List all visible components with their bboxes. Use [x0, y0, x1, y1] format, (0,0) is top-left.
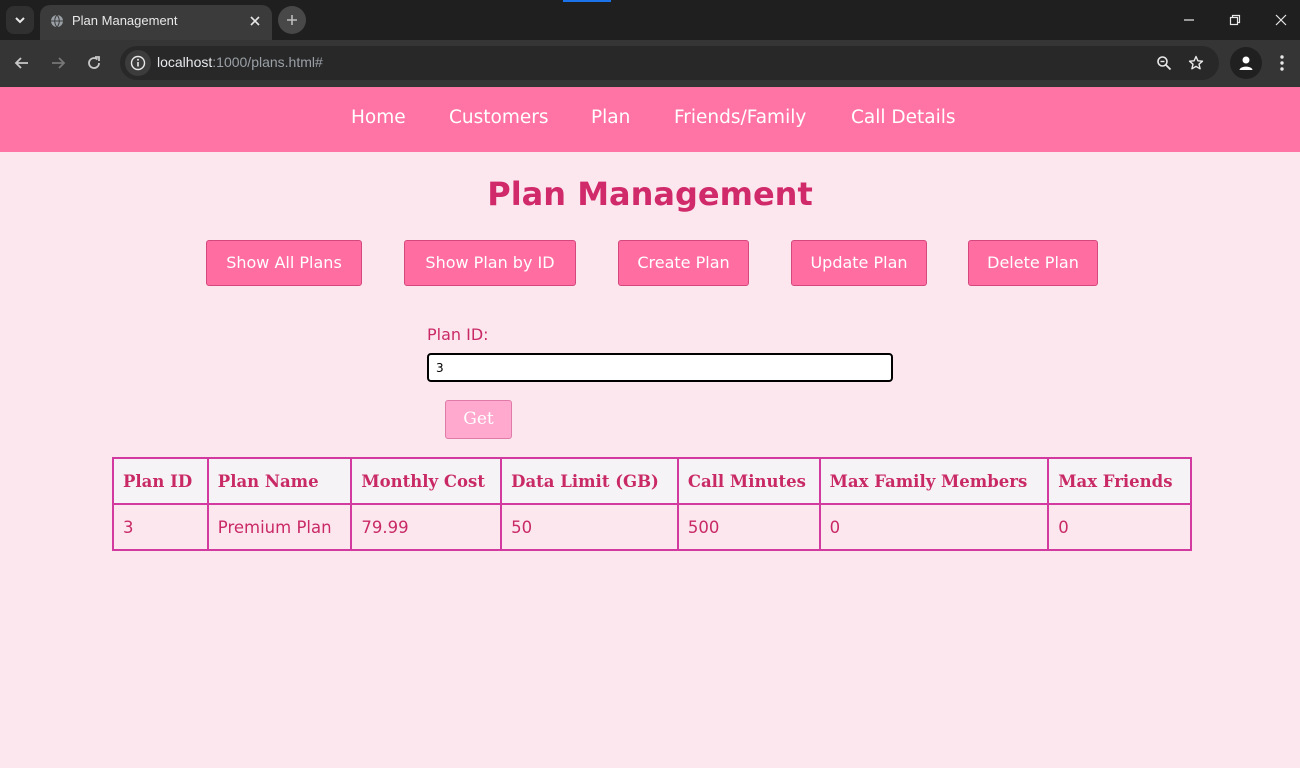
create-plan-button[interactable]: Create Plan: [618, 240, 749, 286]
column-header: Data Limit (GB): [500, 457, 679, 505]
column-header: Max Family Members: [818, 457, 1050, 505]
column-header: Call Minutes: [676, 457, 821, 505]
column-header: Plan ID: [112, 457, 209, 505]
tab-search-button[interactable]: [6, 6, 34, 34]
column-header: Plan Name: [206, 457, 353, 505]
table-cell: 3: [112, 503, 209, 551]
table-cell: 500: [676, 503, 821, 551]
info-icon: [130, 55, 146, 71]
star-icon: [1188, 55, 1204, 70]
browser-titlebar: Plan Management: [0, 0, 1300, 40]
reload-button[interactable]: [80, 49, 108, 77]
nav-link-call-details[interactable]: Call Details: [851, 107, 956, 128]
update-plan-button[interactable]: Update Plan: [791, 240, 927, 286]
minimize-button[interactable]: [1175, 6, 1203, 34]
zoom-icon: [1157, 56, 1172, 71]
page-content: Home Customers Plan Friends/Family Call …: [0, 87, 1300, 768]
browser-toolbar: localhost:1000/plans.html#: [0, 40, 1300, 87]
restore-button[interactable]: [1221, 6, 1249, 34]
column-header: Monthly Cost: [350, 457, 503, 505]
nav-link-home[interactable]: Home: [351, 107, 406, 128]
minimize-icon: [1184, 19, 1194, 21]
more-vertical-icon: [1280, 55, 1284, 71]
site-info-button[interactable]: [125, 50, 151, 76]
address-bar[interactable]: localhost:1000/plans.html#: [120, 46, 1219, 80]
show-all-plans-button[interactable]: Show All Plans: [206, 240, 362, 286]
table-row: 3 Premium Plan 79.99 50 500 0 0: [112, 503, 1192, 551]
tab-close-button[interactable]: [246, 12, 264, 30]
arrow-left-icon: [14, 57, 28, 69]
get-button[interactable]: Get: [445, 400, 512, 439]
table-cell: 79.99: [350, 503, 503, 551]
delete-plan-button[interactable]: Delete Plan: [968, 240, 1098, 286]
new-tab-button[interactable]: [278, 6, 306, 34]
table-cell: 50: [500, 503, 679, 551]
tab-title: Plan Management: [72, 13, 178, 28]
plan-id-input[interactable]: [427, 353, 893, 382]
reload-icon: [88, 56, 100, 69]
column-header: Max Friends: [1047, 457, 1192, 505]
browser-tab[interactable]: Plan Management: [40, 5, 272, 40]
table-cell: Premium Plan: [206, 503, 353, 551]
profile-button[interactable]: [1230, 47, 1262, 79]
bookmark-button[interactable]: [1185, 52, 1207, 74]
table-header-row: Plan ID Plan Name Monthly Cost Data Limi…: [112, 457, 1192, 505]
plans-table: Plan ID Plan Name Monthly Cost Data Limi…: [112, 457, 1192, 551]
plus-icon: [287, 15, 297, 25]
nav-link-plan[interactable]: Plan: [591, 107, 630, 128]
chevron-down-icon: [15, 17, 25, 24]
close-icon: [1275, 14, 1287, 26]
show-plan-by-id-button[interactable]: Show Plan by ID: [404, 240, 576, 286]
table-cell: 0: [818, 503, 1050, 551]
close-icon: [250, 16, 260, 26]
table-cell: 0: [1047, 503, 1192, 551]
page-title: Plan Management: [487, 175, 813, 213]
restore-icon: [1229, 14, 1241, 26]
arrow-right-icon: [52, 57, 66, 69]
close-window-button[interactable]: [1267, 6, 1295, 34]
back-button[interactable]: [8, 49, 36, 77]
drag-indicator: [563, 0, 611, 2]
url-path: :1000/plans.html#: [212, 54, 323, 70]
plan-id-label: Plan ID:: [427, 325, 489, 344]
nav-link-friends-family[interactable]: Friends/Family: [674, 107, 806, 128]
avatar-icon: [1239, 56, 1253, 70]
nav-link-customers[interactable]: Customers: [449, 107, 549, 128]
url-host: localhost: [157, 54, 213, 70]
site-navbar: Home Customers Plan Friends/Family Call …: [0, 87, 1300, 152]
url-text: localhost:1000/plans.html#: [157, 54, 323, 70]
zoom-button[interactable]: [1153, 52, 1175, 74]
forward-button[interactable]: [44, 49, 72, 77]
globe-icon: [51, 14, 63, 28]
browser-menu-button[interactable]: [1270, 49, 1294, 77]
